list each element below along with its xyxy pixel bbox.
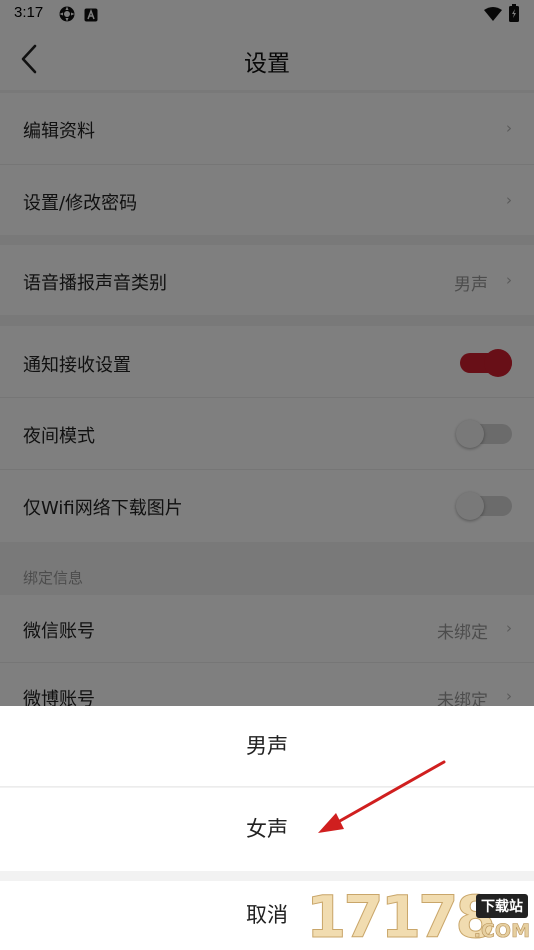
watermark-site: 下载站 bbox=[476, 894, 528, 918]
option-female-voice[interactable]: 女声 bbox=[0, 788, 534, 871]
option-male-voice-label: 男声 bbox=[246, 734, 288, 758]
site-watermark: 17178 下载站 .COM bbox=[300, 884, 534, 950]
option-female-voice-label: 女声 bbox=[246, 817, 288, 841]
option-male-voice[interactable]: 男声 bbox=[0, 706, 534, 787]
watermark-suffix: .COM bbox=[473, 920, 530, 943]
cancel-label: 取消 bbox=[246, 903, 288, 927]
watermark-number: 17178 bbox=[306, 883, 497, 950]
